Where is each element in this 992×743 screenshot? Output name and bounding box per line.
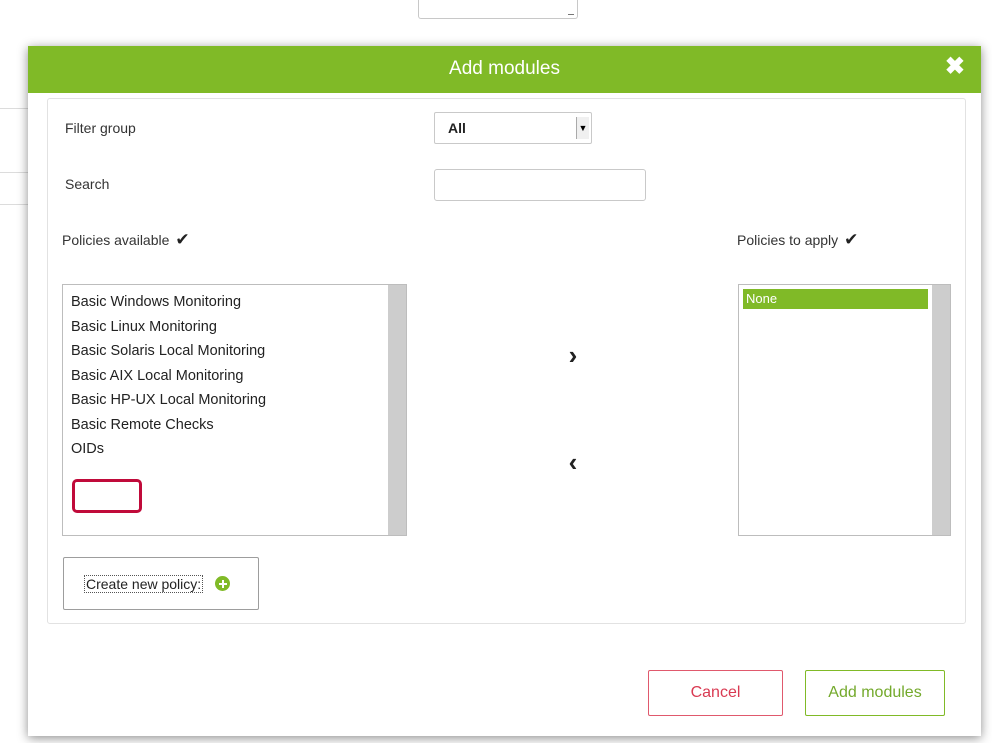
add-modules-dialog: Add modules ✖ Filter group All ▼ Search … xyxy=(28,46,981,736)
policies-to-apply-header: Policies to apply ✔ xyxy=(737,230,858,250)
background-divider xyxy=(0,172,30,173)
dialog-titlebar: Add modules ✖ xyxy=(28,46,981,93)
policies-available-items: Basic Windows Monitoring Basic Linux Moni… xyxy=(71,290,386,462)
background-select xyxy=(418,0,578,19)
policies-available-header: Policies available ✔ xyxy=(62,230,190,250)
add-policy-arrow-icon[interactable]: › xyxy=(561,342,585,368)
policies-to-apply-items: None xyxy=(743,289,928,309)
list-item[interactable]: Basic Remote Checks xyxy=(71,413,386,438)
filter-group-value: All xyxy=(448,120,466,136)
scrollbar[interactable] xyxy=(388,285,406,535)
add-modules-button[interactable]: Add modules xyxy=(805,670,945,716)
list-item[interactable]: Basic Linux Monitoring xyxy=(71,315,386,340)
list-item[interactable]: OIDs xyxy=(71,437,386,462)
policies-available-label: Policies available xyxy=(62,232,170,248)
background-divider xyxy=(0,204,30,205)
dialog-panel: Filter group All ▼ Search Policies avail… xyxy=(47,98,966,624)
check-icon[interactable]: ✔ xyxy=(844,230,858,249)
policies-to-apply-label: Policies to apply xyxy=(737,232,839,248)
list-item[interactable]: Basic Windows Monitoring xyxy=(71,290,386,315)
create-new-policy-button[interactable]: Create new policy: xyxy=(63,557,259,610)
filter-group-select[interactable]: All ▼ xyxy=(434,112,592,144)
scrollbar[interactable] xyxy=(932,285,950,535)
search-input[interactable] xyxy=(434,169,646,201)
dialog-title: Add modules xyxy=(449,58,560,79)
list-item[interactable]: Basic HP-UX Local Monitoring xyxy=(71,388,386,413)
create-new-policy-label: Create new policy: xyxy=(84,574,204,593)
check-icon[interactable]: ✔ xyxy=(175,230,189,249)
search-label: Search xyxy=(65,176,110,192)
policies-to-apply-list[interactable]: None xyxy=(738,284,951,536)
list-item[interactable]: None xyxy=(743,289,928,309)
close-icon[interactable]: ✖ xyxy=(945,55,965,79)
dropdown-arrow-icon: ▼ xyxy=(576,117,589,139)
list-item[interactable]: Basic Solaris Local Monitoring xyxy=(71,339,386,364)
list-item[interactable]: Basic AIX Local Monitoring xyxy=(71,364,386,389)
cancel-button[interactable]: Cancel xyxy=(648,670,783,716)
background-divider xyxy=(0,108,30,109)
filter-group-label: Filter group xyxy=(65,120,136,136)
policies-available-list[interactable]: Basic Windows Monitoring Basic Linux Moni… xyxy=(62,284,407,536)
remove-policy-arrow-icon[interactable]: ‹ xyxy=(561,449,585,475)
plus-circle-icon xyxy=(215,576,231,591)
